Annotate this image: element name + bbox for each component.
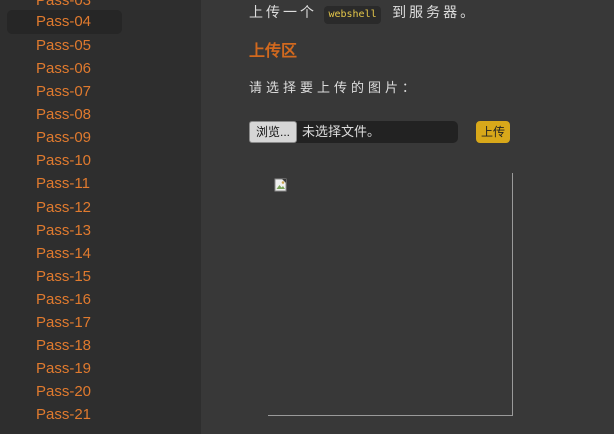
sidebar-item-pass-07[interactable]: Pass-07 <box>7 80 122 104</box>
upload-button[interactable]: 上传 <box>476 121 510 143</box>
sidebar-item-pass-06[interactable]: Pass-06 <box>7 57 122 81</box>
sidebar-item-pass-10[interactable]: Pass-10 <box>7 149 122 173</box>
sidebar-item-pass-15[interactable]: Pass-15 <box>7 265 122 289</box>
sidebar-item-pass-11[interactable]: Pass-11 <box>7 172 122 196</box>
section-title: 上传区 <box>249 41 298 60</box>
sidebar-item-pass-08[interactable]: Pass-08 <box>7 103 122 127</box>
sidebar-item-pass-14[interactable]: Pass-14 <box>7 242 122 266</box>
sidebar-item-pass-04[interactable]: Pass-04 <box>7 10 122 34</box>
sidebar-item-pass-21[interactable]: Pass-21 <box>7 403 122 427</box>
sidebar-item-pass-19[interactable]: Pass-19 <box>7 357 122 381</box>
sidebar: Pass-03 Pass-04 Pass-05 Pass-06 Pass-07 … <box>0 0 201 434</box>
main-content: 上传一个 webshell 到服务器。 上传区 请选择要上传的图片： 浏览...… <box>201 0 614 434</box>
sidebar-item-pass-18[interactable]: Pass-18 <box>7 334 122 358</box>
intro-text: 上传一个 webshell 到服务器。 <box>249 3 477 24</box>
intro-suffix: 到服务器。 <box>392 5 478 21</box>
sidebar-item-pass-13[interactable]: Pass-13 <box>7 219 122 243</box>
browse-button[interactable]: 浏览... <box>249 121 297 143</box>
sidebar-item-pass-20[interactable]: Pass-20 <box>7 380 122 404</box>
sidebar-item-pass-17[interactable]: Pass-17 <box>7 311 122 335</box>
sidebar-item-pass-09[interactable]: Pass-09 <box>7 126 122 150</box>
file-input[interactable]: 浏览... 未选择文件。 <box>249 121 458 143</box>
image-preview <box>268 173 513 416</box>
sidebar-item-pass-05[interactable]: Pass-05 <box>7 34 122 58</box>
upload-prompt: 请选择要上传的图片： <box>249 81 420 96</box>
broken-image-icon <box>274 178 287 192</box>
intro-prefix: 上传一个 <box>249 5 317 21</box>
webshell-code: webshell <box>324 6 381 24</box>
file-status: 未选择文件。 <box>302 124 381 139</box>
sidebar-item-pass-16[interactable]: Pass-16 <box>7 288 122 312</box>
sidebar-item-pass-12[interactable]: Pass-12 <box>7 196 122 220</box>
